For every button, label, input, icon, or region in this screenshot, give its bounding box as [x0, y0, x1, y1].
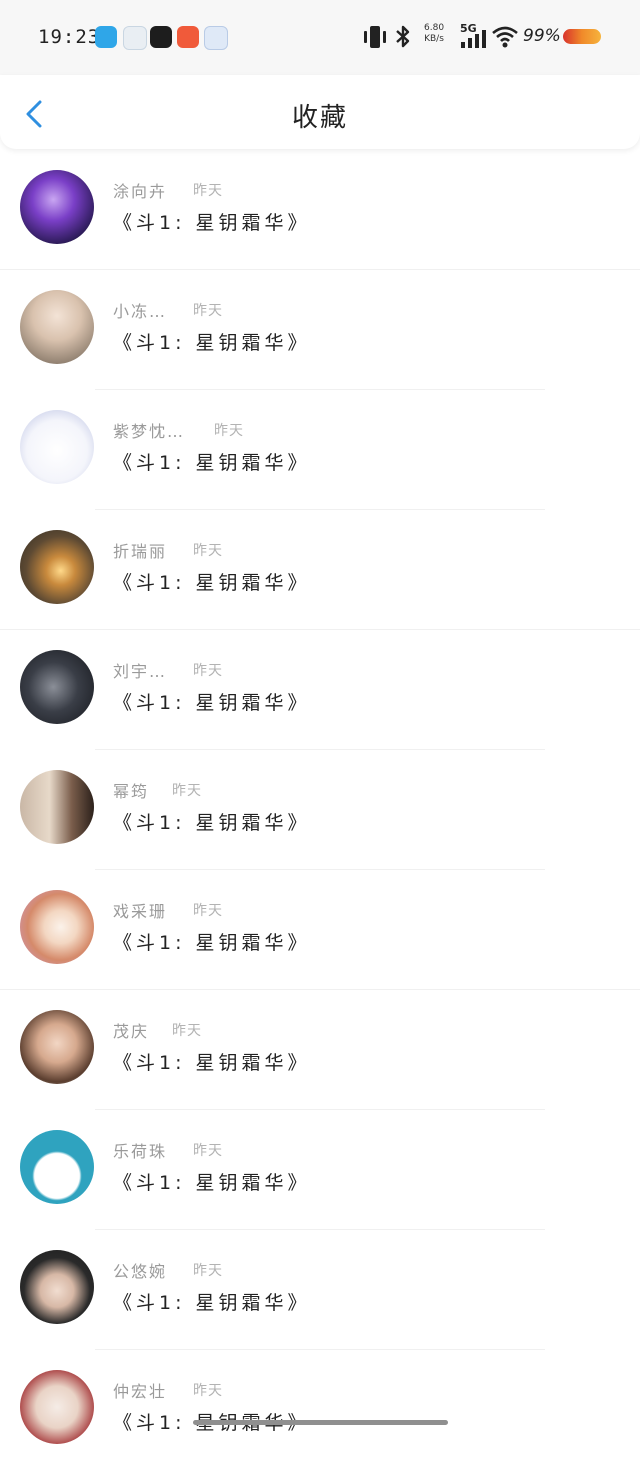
- collected-title: 《斗1: 星钥霜华》: [113, 692, 311, 714]
- wifi-icon: [492, 26, 518, 48]
- list-item[interactable]: 茂庆 昨天 《斗1: 星钥霜华》: [0, 990, 640, 1110]
- avatar[interactable]: [20, 290, 94, 364]
- collected-title: 《斗1: 星钥霜华》: [113, 212, 311, 234]
- vibrate-icon: [364, 26, 386, 48]
- app-notification-icon: [150, 26, 172, 48]
- collect-time: 昨天: [193, 1143, 223, 1159]
- user-name: 乐荷珠: [113, 1142, 168, 1161]
- avatar[interactable]: [20, 1010, 94, 1084]
- avatar[interactable]: [20, 1370, 94, 1444]
- user-name: 刘宇…: [113, 662, 168, 681]
- collected-title: 《斗1: 星钥霜华》: [113, 1052, 311, 1074]
- list-item[interactable]: 公悠婉 昨天 《斗1: 星钥霜华》: [0, 1230, 640, 1350]
- list-item[interactable]: 仲宏壮 昨天 《斗1: 星钥霜华》: [0, 1350, 640, 1470]
- avatar[interactable]: [20, 650, 94, 724]
- collect-time: 昨天: [193, 663, 223, 679]
- app-notification-icon: [204, 26, 228, 50]
- user-name: 戏采珊: [113, 902, 168, 921]
- collect-time: 昨天: [172, 783, 202, 799]
- page-title: 收藏: [291, 103, 348, 133]
- app-notification-icon: [177, 26, 199, 48]
- collected-title: 《斗1: 星钥霜华》: [113, 452, 311, 474]
- list-item[interactable]: 刘宇… 昨天 《斗1: 星钥霜华》: [0, 630, 640, 750]
- collected-title: 《斗1: 星钥霜华》: [113, 812, 311, 834]
- battery-icon: [563, 29, 601, 44]
- collect-time: 昨天: [193, 1263, 223, 1279]
- collected-title: 《斗1: 星钥霜华》: [113, 932, 311, 954]
- collect-time: 昨天: [193, 183, 223, 199]
- user-name: 涂向卉: [113, 182, 168, 201]
- user-name: 幂筠: [113, 782, 150, 801]
- collect-time: 昨天: [214, 423, 244, 439]
- user-name: 小冻…: [113, 302, 168, 321]
- collected-title: 《斗1: 星钥霜华》: [113, 1172, 311, 1194]
- list-item[interactable]: 紫梦忱… 昨天 《斗1: 星钥霜华》: [0, 390, 640, 510]
- collected-title: 《斗1: 星钥霜华》: [113, 572, 311, 594]
- favorites-list: 涂向卉 昨天 《斗1: 星钥霜华》 小冻… 昨天 《斗1: 星钥霜华》 紫梦忱……: [0, 150, 640, 1470]
- app-notification-icon: [123, 26, 147, 50]
- collect-time: 昨天: [172, 1023, 202, 1039]
- net-speed: 6.80 KB/s: [424, 23, 444, 45]
- avatar[interactable]: [20, 1130, 94, 1204]
- avatar[interactable]: [20, 770, 94, 844]
- status-bar: 19:23 6.80 KB/s 5G 99%: [0, 0, 640, 75]
- app-notification-icon: [95, 26, 117, 48]
- avatar[interactable]: [20, 1250, 94, 1324]
- signal-icon: [461, 30, 486, 48]
- bluetooth-icon: [396, 25, 410, 48]
- list-item[interactable]: 涂向卉 昨天 《斗1: 星钥霜华》: [0, 150, 640, 270]
- user-name: 折瑞丽: [113, 542, 168, 561]
- list-item[interactable]: 折瑞丽 昨天 《斗1: 星钥霜华》: [0, 510, 640, 630]
- avatar[interactable]: [20, 410, 94, 484]
- user-name: 公悠婉: [113, 1262, 168, 1281]
- user-name: 紫梦忱…: [113, 422, 186, 441]
- collect-time: 昨天: [193, 903, 223, 919]
- collected-title: 《斗1: 星钥霜华》: [113, 332, 311, 354]
- list-item[interactable]: 小冻… 昨天 《斗1: 星钥霜华》: [0, 270, 640, 390]
- net-speed-unit: KB/s: [424, 34, 444, 44]
- collect-time: 昨天: [193, 303, 223, 319]
- list-item[interactable]: 乐荷珠 昨天 《斗1: 星钥霜华》: [0, 1110, 640, 1230]
- list-item[interactable]: 戏采珊 昨天 《斗1: 星钥霜华》: [0, 870, 640, 990]
- collect-time: 昨天: [193, 543, 223, 559]
- avatar[interactable]: [20, 170, 94, 244]
- user-name: 茂庆: [113, 1022, 150, 1041]
- avatar[interactable]: [20, 890, 94, 964]
- avatar[interactable]: [20, 530, 94, 604]
- collected-title: 《斗1: 星钥霜华》: [113, 1292, 311, 1314]
- battery-percent: 99%: [523, 26, 561, 46]
- user-name: 仲宏壮: [113, 1382, 168, 1401]
- nav-bar: 收藏: [0, 75, 640, 149]
- net-speed-value: 6.80: [424, 23, 445, 33]
- status-time: 19:23: [38, 26, 101, 48]
- collect-time: 昨天: [193, 1383, 223, 1399]
- list-item[interactable]: 幂筠 昨天 《斗1: 星钥霜华》: [0, 750, 640, 870]
- home-indicator[interactable]: [193, 1420, 448, 1425]
